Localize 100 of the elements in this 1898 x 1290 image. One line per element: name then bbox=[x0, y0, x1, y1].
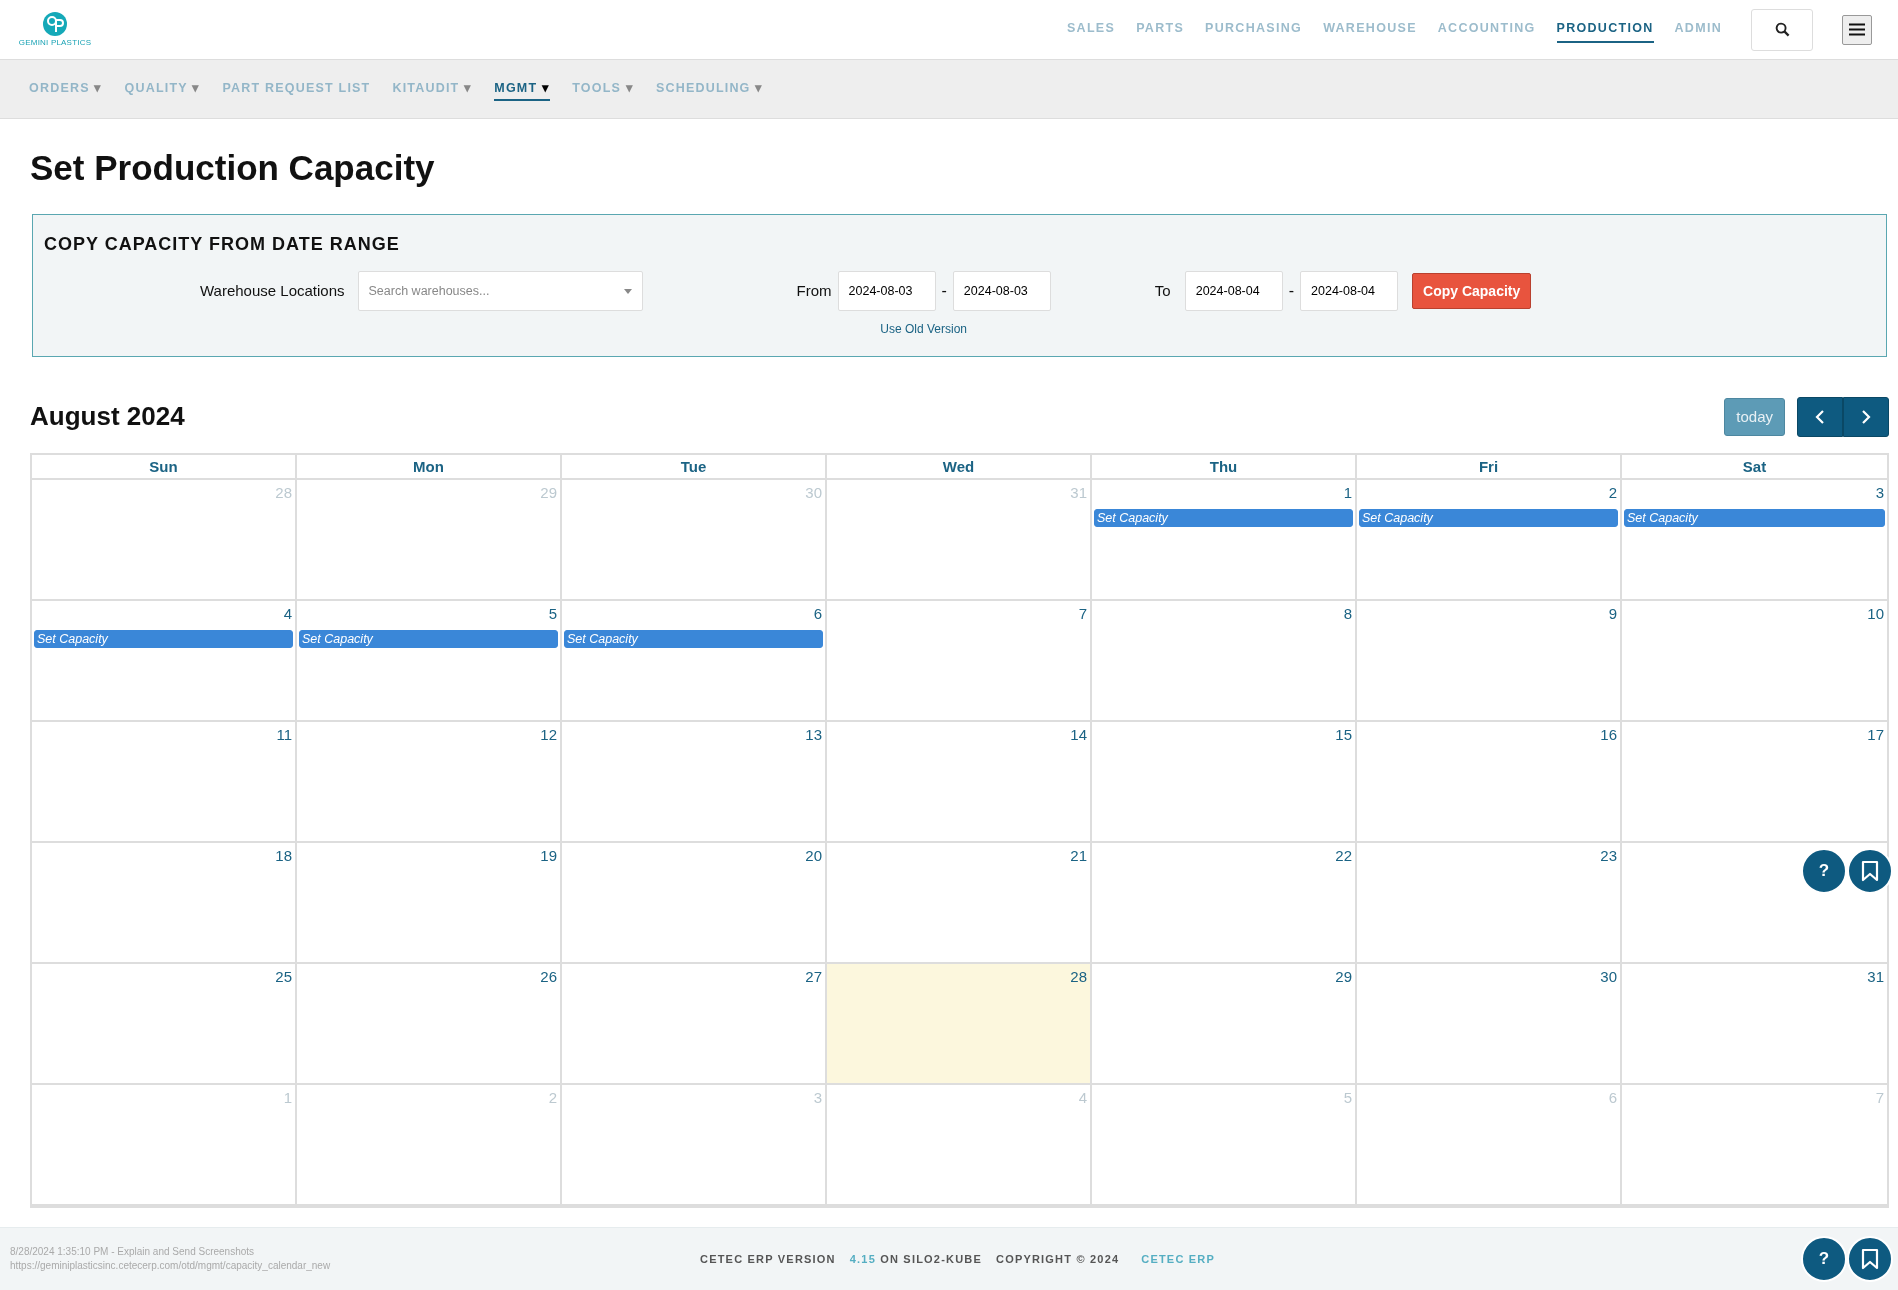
day-number: 6 bbox=[813, 604, 823, 624]
range-separator: - bbox=[1288, 281, 1295, 301]
page-title: Set Production Capacity bbox=[30, 147, 436, 189]
day-number: 30 bbox=[805, 483, 823, 503]
day-number: 6 bbox=[1608, 1088, 1618, 1108]
nav-tab[interactable]: ACCOUNTING bbox=[1437, 16, 1536, 43]
day-number: 5 bbox=[1343, 1088, 1353, 1108]
menu-button[interactable] bbox=[1842, 14, 1872, 45]
panel-title: COPY CAPACITY FROM DATE RANGE bbox=[44, 233, 401, 256]
day-number: 8 bbox=[1343, 604, 1353, 624]
weekday-header: Fri bbox=[1357, 455, 1622, 480]
day-number: 28 bbox=[1070, 967, 1088, 987]
weekday-header: Tue bbox=[562, 455, 827, 480]
day-number: 31 bbox=[1867, 967, 1885, 987]
previous-button[interactable] bbox=[1797, 397, 1843, 437]
subnav-tab[interactable]: QUALITY ▾ bbox=[124, 76, 201, 102]
warehouse-select[interactable]: Search warehouses... bbox=[357, 271, 643, 311]
copyright-text: COPYRIGHT © 2024 bbox=[996, 1251, 1120, 1267]
day-number: 9 bbox=[1608, 604, 1618, 624]
nav-tab[interactable]: PARTS bbox=[1136, 16, 1185, 43]
version-text: 4.15 ON SILO2-KUBE bbox=[849, 1251, 982, 1267]
day-number: 3 bbox=[813, 1088, 823, 1108]
chevron-left-icon bbox=[1815, 409, 1825, 425]
day-number: 26 bbox=[540, 967, 558, 987]
calendar-event[interactable]: Set Capacity bbox=[1094, 508, 1353, 527]
range-separator: - bbox=[941, 281, 947, 301]
search-icon bbox=[1774, 22, 1790, 37]
weekday-header: Mon bbox=[297, 455, 562, 480]
nav-tab[interactable]: SALES bbox=[1066, 16, 1116, 43]
subnav-tab[interactable]: ORDERS ▾ bbox=[29, 76, 103, 102]
subnav-tab[interactable]: SCHEDULING ▾ bbox=[655, 76, 764, 102]
calendar-event[interactable]: Set Capacity bbox=[564, 629, 823, 648]
date-field[interactable]: 2024-08-04 bbox=[1184, 271, 1283, 311]
field-label: To bbox=[1154, 280, 1171, 301]
weekday-header: Wed bbox=[827, 455, 1092, 480]
nav-tab[interactable]: PRODUCTION bbox=[1556, 16, 1654, 43]
day-number: 29 bbox=[1335, 967, 1353, 987]
chevron-right-icon bbox=[1861, 409, 1871, 425]
weekday-header: Sat bbox=[1622, 455, 1887, 480]
weekday-header: Sun bbox=[32, 455, 297, 480]
day-number: 15 bbox=[1335, 725, 1353, 745]
day-number: 11 bbox=[276, 725, 293, 745]
date-field[interactable]: 2024-08-03 bbox=[952, 271, 1051, 311]
day-number: 4 bbox=[283, 604, 293, 624]
day-number: 21 bbox=[1070, 846, 1088, 866]
brand-name: GEMINI PLASTICS bbox=[18, 36, 92, 49]
nav-tab[interactable]: ADMIN bbox=[1674, 16, 1722, 43]
help-button[interactable]: ? bbox=[1801, 1236, 1847, 1282]
calendar-event[interactable]: Set Capacity bbox=[34, 629, 293, 648]
today-button[interactable]: today bbox=[1724, 398, 1785, 436]
help-button[interactable]: ? bbox=[1801, 848, 1847, 894]
date-field[interactable]: 2024-08-03 bbox=[837, 271, 936, 311]
day-number: 23 bbox=[1600, 846, 1618, 866]
day-number: 2 bbox=[548, 1088, 558, 1108]
calendar-event[interactable]: Set Capacity bbox=[299, 629, 558, 648]
bookmark-icon bbox=[1861, 860, 1879, 882]
company-link[interactable]: CETEC ERP bbox=[1141, 1250, 1216, 1268]
day-number: 27 bbox=[805, 967, 823, 987]
page-url: https://geminiplasticsinc.cetecerp.com/otd/mgmt/capacity_calendar_new bbox=[10, 1259, 332, 1273]
day-number: 1 bbox=[1343, 483, 1353, 503]
field-label: Warehouse Locations bbox=[200, 280, 345, 301]
bookmark-icon bbox=[1861, 1248, 1879, 1270]
day-number: 17 bbox=[1867, 725, 1885, 745]
day-number: 12 bbox=[540, 725, 558, 745]
calendar-event[interactable]: Set Capacity bbox=[1359, 508, 1618, 527]
day-number: 16 bbox=[1600, 725, 1618, 745]
date-field[interactable]: 2024-08-04 bbox=[1300, 271, 1399, 311]
day-number: 30 bbox=[1600, 967, 1618, 987]
day-number: 3 bbox=[1875, 483, 1885, 503]
bookmark-button[interactable] bbox=[1847, 1236, 1893, 1282]
day-number: 14 bbox=[1070, 725, 1088, 745]
subnav-tab[interactable]: KITAUDIT ▾ bbox=[392, 76, 473, 102]
old-version-link[interactable]: Use Old Version bbox=[880, 320, 968, 338]
version-link[interactable]: 4.15 bbox=[849, 1252, 876, 1265]
search-button[interactable] bbox=[1751, 8, 1813, 51]
logo-icon bbox=[42, 10, 68, 37]
calendar-event[interactable]: Set Capacity bbox=[1624, 508, 1885, 527]
next-button[interactable] bbox=[1843, 397, 1889, 437]
copy-capacity-button[interactable]: Copy Capacity bbox=[1412, 273, 1532, 309]
day-number: 1 bbox=[283, 1088, 293, 1108]
nav-tab[interactable]: WAREHOUSE bbox=[1323, 16, 1417, 43]
field-label: From bbox=[796, 280, 832, 301]
weekday-header: Thu bbox=[1092, 455, 1357, 480]
day-number: 25 bbox=[275, 967, 293, 987]
subnav-tab[interactable]: TOOLS ▾ bbox=[572, 76, 634, 102]
screenshot-note: 8/28/2024 1:35:10 PM - Explain and Send Screenshots bbox=[10, 1245, 256, 1259]
today-cell[interactable]: 28 bbox=[827, 964, 1092, 1085]
day-number: 22 bbox=[1335, 846, 1353, 866]
day-number: 28 bbox=[275, 483, 293, 503]
nav-tab[interactable]: PURCHASING bbox=[1205, 16, 1303, 43]
day-number: 19 bbox=[540, 846, 558, 866]
day-number: 5 bbox=[548, 604, 558, 624]
day-number: 10 bbox=[1867, 604, 1885, 624]
day-number: 7 bbox=[1875, 1088, 1885, 1108]
subnav-tab[interactable]: MGMT ▾ bbox=[494, 76, 551, 102]
day-number: 31 bbox=[1070, 483, 1088, 503]
calendar-title: August 2024 bbox=[30, 401, 185, 433]
caret-icon bbox=[623, 288, 632, 294]
menu-icon bbox=[1849, 23, 1865, 36]
day-number: 2 bbox=[1608, 483, 1618, 503]
